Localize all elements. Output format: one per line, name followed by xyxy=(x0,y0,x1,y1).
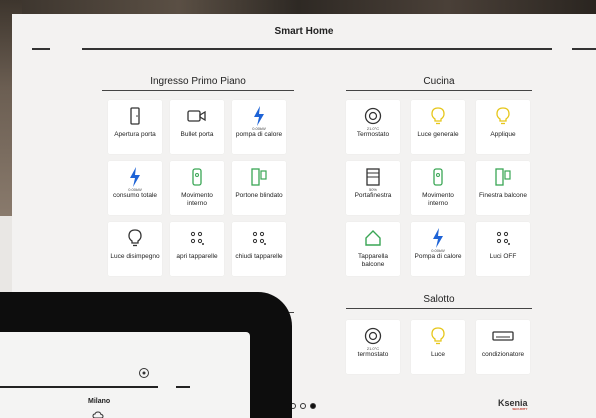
tile-label: Apertura porta xyxy=(114,131,156,138)
tablet-settings-icon[interactable] xyxy=(138,366,150,378)
motion-sensor-icon xyxy=(191,167,203,187)
tile-label: Luce disimpegno xyxy=(110,253,160,260)
lightning-icon xyxy=(432,228,444,248)
tile-label: Pompa di calore xyxy=(414,253,462,260)
tile-label: apri tapparelle xyxy=(176,253,218,260)
section-rule-salotto xyxy=(346,308,532,309)
bulb-icon xyxy=(431,326,445,346)
tile-label: condizionatore xyxy=(481,351,525,358)
section-rule-ingresso xyxy=(102,90,294,91)
tile-luce-disimpegno[interactable]: Luce disimpegno xyxy=(108,222,162,276)
tile-consumo-totale[interactable]: 0.00kW consumo totale xyxy=(108,161,162,215)
tile-label: Bullet porta xyxy=(180,131,214,138)
lightning-icon xyxy=(253,106,265,126)
tile-bullet-porta[interactable]: Bullet porta xyxy=(170,100,224,154)
foreground-tablet-screen xyxy=(0,332,250,418)
app-title: Smart Home xyxy=(274,26,334,37)
bulb-icon xyxy=(431,106,445,126)
brand-logo: Ksenia SECURITY xyxy=(498,398,528,411)
tablet-city: Milano xyxy=(88,398,111,405)
tile-movimento-interno[interactable]: Movimento interno xyxy=(411,161,465,215)
tile-apertura-porta[interactable]: Apertura porta xyxy=(108,100,162,154)
tile-label: Movimento interno xyxy=(422,192,454,207)
tile-luce-generale[interactable]: Luce generale xyxy=(411,100,465,154)
header-left-dash xyxy=(32,48,50,50)
header-rule xyxy=(82,48,552,50)
tile-chiudi-tapparelle[interactable]: chiudi tapparelle xyxy=(232,222,286,276)
scenario-icon xyxy=(251,228,267,248)
page-dot-2[interactable] xyxy=(300,403,306,409)
tile-label: Luci OFF xyxy=(489,253,517,260)
tile-label: Luce generale xyxy=(417,131,459,138)
air-conditioner-icon xyxy=(492,326,514,346)
page-indicator xyxy=(290,403,316,409)
tile-portone-blindato[interactable]: Portone blindato xyxy=(232,161,286,215)
tile-apri-tapparelle[interactable]: apri tapparelle xyxy=(170,222,224,276)
tile-label: Finestra balcone xyxy=(478,192,528,199)
tile-label: chiudi tapparelle xyxy=(235,253,283,260)
door-contact-icon xyxy=(495,167,511,187)
thermostat-icon xyxy=(364,326,382,346)
tile-movimento-interno[interactable]: Movimento interno xyxy=(170,161,224,215)
lightning-icon xyxy=(129,167,141,187)
tile-termostato[interactable]: 21.0°C Termostato xyxy=(346,100,400,154)
tablet-rule xyxy=(0,386,158,388)
thermostat-icon xyxy=(364,106,382,126)
tile-luce[interactable]: Luce xyxy=(411,320,465,374)
door-icon xyxy=(129,106,141,126)
tile-tapparella-balcone[interactable]: Tapparella balcone xyxy=(346,222,400,276)
motion-sensor-icon xyxy=(432,167,444,187)
tile-label: Termostato xyxy=(356,131,390,138)
tile-condizionatore[interactable]: condizionatore xyxy=(476,320,530,374)
tile-label: termostato xyxy=(357,351,389,358)
tile-portafinestra[interactable]: 50% Portafinestra xyxy=(346,161,400,215)
tile-pompa-di-calore[interactable]: 0.00kW pompa di calore xyxy=(232,100,286,154)
page-dot-3[interactable] xyxy=(310,403,316,409)
header-right-dash xyxy=(572,48,596,50)
bulb-icon xyxy=(128,228,142,248)
house-icon xyxy=(364,228,382,248)
tile-label: consumo totale xyxy=(112,192,158,199)
section-title-cucina: Cucina xyxy=(423,76,455,87)
shutter-icon xyxy=(366,167,380,187)
tile-label: pompa di calore xyxy=(235,131,283,138)
tile-luci-off[interactable]: Luci OFF xyxy=(476,222,530,276)
tile-label: Movimento interno xyxy=(181,192,213,207)
tablet-dash xyxy=(176,386,190,388)
door-contact-icon xyxy=(251,167,267,187)
section-title-salotto: Salotto xyxy=(423,294,455,305)
tile-termostato[interactable]: 21.0°C termostato xyxy=(346,320,400,374)
tile-label: Portafinestra xyxy=(354,192,392,199)
tile-label: Luce xyxy=(430,351,446,358)
camera-icon xyxy=(187,106,207,126)
bulb-icon xyxy=(496,106,510,126)
scenario-icon xyxy=(189,228,205,248)
tile-finestra-balcone[interactable]: Finestra balcone xyxy=(476,161,530,215)
scenario-icon xyxy=(495,228,511,248)
tile-label: Portone blindato xyxy=(235,192,283,199)
tile-label: Tapparella balcone xyxy=(358,253,388,268)
tile-label: Applique xyxy=(490,131,516,138)
section-rule-cucina xyxy=(346,90,532,91)
section-title-ingresso: Ingresso Primo Piano xyxy=(150,76,246,87)
tile-pompa-di-calore[interactable]: 0.00kW Pompa di calore xyxy=(411,222,465,276)
cloud-icon xyxy=(92,407,104,418)
tile-applique[interactable]: Applique xyxy=(476,100,530,154)
